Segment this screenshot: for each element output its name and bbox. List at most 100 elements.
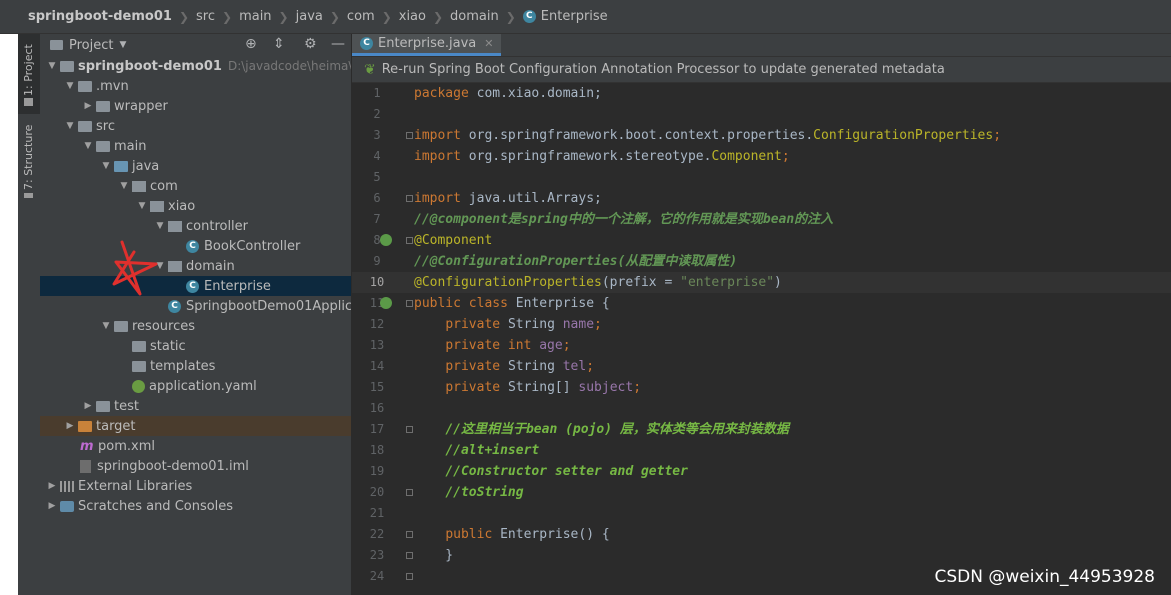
fold-marker-icon[interactable] bbox=[406, 132, 413, 139]
code-token: ; bbox=[586, 359, 595, 374]
code-line[interactable]: 19 //Constructor setter and getter bbox=[352, 461, 1171, 482]
close-icon[interactable]: ✕ bbox=[484, 37, 493, 50]
code-line[interactable]: 18 //alt+insert bbox=[352, 440, 1171, 461]
folder-icon bbox=[78, 80, 92, 92]
fold-marker-icon[interactable] bbox=[406, 195, 413, 202]
breadcrumb-item-domain[interactable]: domain bbox=[450, 9, 499, 24]
tree-item-resources[interactable]: ▼ resources bbox=[40, 316, 351, 336]
code-line[interactable]: 7 //@component是spring中的一个注解，它的作用就是实现bean的… bbox=[352, 209, 1171, 230]
tool-window-tab-project[interactable]: 1: Project bbox=[18, 34, 40, 114]
locate-icon[interactable]: ⊕ bbox=[245, 36, 257, 52]
tree-item-main[interactable]: ▼ main bbox=[40, 136, 351, 156]
tree-item-domain[interactable]: ▼ domain bbox=[40, 256, 351, 276]
tree-item-project-root[interactable]: ▼ springboot-demo01 D:\javadcode\heima\s… bbox=[40, 56, 351, 76]
chevron-down-icon[interactable]: ▼ bbox=[116, 181, 132, 191]
code-line[interactable]: 17 //这里相当于bean (pojo) 层，实体类等会用来封装数据 bbox=[352, 419, 1171, 440]
chevron-down-icon[interactable]: ▼ bbox=[98, 161, 114, 171]
tree-item-external-libraries[interactable]: ▶ External Libraries bbox=[40, 476, 351, 496]
project-view-selector[interactable]: Project bbox=[69, 38, 113, 53]
chevron-down-icon[interactable]: ▼ bbox=[62, 121, 78, 131]
code-area[interactable]: 1 package com.xiao.domain; 2 3 import org.sp… bbox=[352, 83, 1171, 587]
code-line[interactable]: 21 bbox=[352, 503, 1171, 524]
spring-leaf-icon: ❦ bbox=[364, 61, 376, 78]
tree-item-src[interactable]: ▼ src bbox=[40, 116, 351, 136]
tree-item-wrapper[interactable]: ▶ wrapper bbox=[40, 96, 351, 116]
tree-item-enterprise[interactable]: C Enterprise bbox=[40, 276, 351, 296]
breadcrumb-item-enterprise[interactable]: C Enterprise bbox=[522, 9, 608, 24]
fold-marker-icon[interactable] bbox=[406, 489, 413, 496]
chevron-right-icon[interactable]: ▶ bbox=[62, 421, 78, 431]
code-line[interactable]: 10 @ConfigurationProperties(prefix = "ent… bbox=[352, 272, 1171, 293]
code-line[interactable]: 3 import org.springframework.boot.context… bbox=[352, 125, 1171, 146]
minimize-icon[interactable]: — bbox=[331, 36, 345, 52]
code-line[interactable]: 1 package com.xiao.domain; bbox=[352, 83, 1171, 104]
tree-item-pom[interactable]: m pom.xml bbox=[40, 436, 351, 456]
chevron-down-icon[interactable]: ▼ bbox=[119, 40, 126, 50]
tree-item-com[interactable]: ▼ com bbox=[40, 176, 351, 196]
code-line[interactable]: 15 private String[] subject; bbox=[352, 377, 1171, 398]
tree-item-test[interactable]: ▶ test bbox=[40, 396, 351, 416]
breadcrumb-item-java[interactable]: java bbox=[296, 9, 323, 24]
code-line[interactable]: 6 import java.util.Arrays; bbox=[352, 188, 1171, 209]
bean-icon[interactable] bbox=[380, 234, 392, 246]
fold-marker-icon[interactable] bbox=[406, 426, 413, 433]
breadcrumb-item-com[interactable]: com bbox=[347, 9, 375, 24]
gear-icon[interactable]: ⚙ bbox=[304, 36, 317, 52]
tree-item-label: controller bbox=[186, 218, 249, 234]
code-line[interactable]: 2 bbox=[352, 104, 1171, 125]
tool-window-tab-structure[interactable]: 7: Structure bbox=[18, 120, 40, 206]
tree-item-iml[interactable]: springboot-demo01.iml bbox=[40, 456, 351, 476]
code-line[interactable]: 5 bbox=[352, 167, 1171, 188]
code-line[interactable]: 4 import org.springframework.stereotype.C… bbox=[352, 146, 1171, 167]
chevron-right-icon[interactable]: ▶ bbox=[44, 501, 60, 511]
code-line[interactable]: 16 bbox=[352, 398, 1171, 419]
code-token: //Constructor setter and getter bbox=[445, 464, 688, 479]
fold-marker-icon[interactable] bbox=[406, 300, 413, 307]
code-line[interactable]: 13 private int age; bbox=[352, 335, 1171, 356]
tree-item-label: Enterprise bbox=[204, 278, 271, 294]
chevron-down-icon[interactable]: ▼ bbox=[44, 61, 60, 71]
fold-marker-icon[interactable] bbox=[406, 237, 413, 244]
code-line[interactable]: 12 private String name; bbox=[352, 314, 1171, 335]
chevron-right-icon[interactable]: ▶ bbox=[44, 481, 60, 491]
chevron-down-icon[interactable]: ▼ bbox=[98, 321, 114, 331]
code-token: private int bbox=[445, 338, 540, 353]
fold-marker-icon[interactable] bbox=[406, 531, 413, 538]
chevron-right-icon[interactable]: ▶ bbox=[80, 401, 96, 411]
breadcrumb-item-project[interactable]: springboot-demo01 bbox=[28, 9, 172, 24]
bean-icon[interactable] bbox=[380, 297, 392, 309]
code-line[interactable]: 20 //toString bbox=[352, 482, 1171, 503]
code-line[interactable]: 23 } bbox=[352, 545, 1171, 566]
chevron-right-icon[interactable]: ▶ bbox=[80, 101, 96, 111]
tree-item-java[interactable]: ▼ java bbox=[40, 156, 351, 176]
code-line[interactable]: 11 public class Enterprise { bbox=[352, 293, 1171, 314]
collapse-all-icon[interactable]: ⇕ bbox=[273, 36, 285, 52]
tree-item-application[interactable]: C SpringbootDemo01Applicati bbox=[40, 296, 351, 316]
tree-item-bookcontroller[interactable]: C BookController bbox=[40, 236, 351, 256]
editor-tab-enterprise[interactable]: C Enterprise.java ✕ bbox=[352, 34, 502, 56]
tree-item-xiao[interactable]: ▼ xiao bbox=[40, 196, 351, 216]
tree-item-application-yaml[interactable]: application.yaml bbox=[40, 376, 351, 396]
line-number: 9 bbox=[373, 254, 381, 268]
breadcrumb-item-main[interactable]: main bbox=[239, 9, 271, 24]
tree-item-controller[interactable]: ▼ controller bbox=[40, 216, 351, 236]
code-line[interactable]: 22 public Enterprise() { bbox=[352, 524, 1171, 545]
code-line[interactable]: 14 private String tel; bbox=[352, 356, 1171, 377]
breadcrumb-item-xiao[interactable]: xiao bbox=[399, 9, 426, 24]
file-icon bbox=[80, 459, 91, 473]
tree-item-static[interactable]: static bbox=[40, 336, 351, 356]
fold-marker-icon[interactable] bbox=[406, 573, 413, 580]
chevron-down-icon[interactable]: ▼ bbox=[152, 221, 168, 231]
code-line[interactable]: 8 @Component bbox=[352, 230, 1171, 251]
chevron-down-icon[interactable]: ▼ bbox=[80, 141, 96, 151]
chevron-down-icon[interactable]: ▼ bbox=[62, 81, 78, 91]
tree-item-templates[interactable]: templates bbox=[40, 356, 351, 376]
tree-item-mvn[interactable]: ▼ .mvn bbox=[40, 76, 351, 96]
code-line[interactable]: 9 //@ConfigurationProperties(从配置中读取属性) bbox=[352, 251, 1171, 272]
chevron-down-icon[interactable]: ▼ bbox=[134, 201, 150, 211]
breadcrumb-item-src[interactable]: src bbox=[196, 9, 215, 24]
tree-item-target[interactable]: ▶ target bbox=[40, 416, 351, 436]
fold-marker-icon[interactable] bbox=[406, 552, 413, 559]
tree-item-scratches[interactable]: ▶ Scratches and Consoles bbox=[40, 496, 351, 516]
